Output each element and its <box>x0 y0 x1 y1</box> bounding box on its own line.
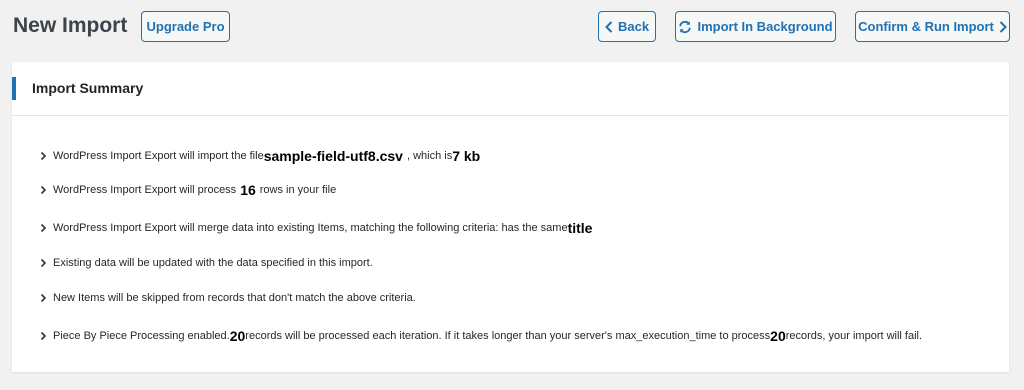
summary-line-skip: New Items will be skipped from records t… <box>39 292 416 304</box>
chevron-right-icon <box>40 331 47 341</box>
summary-line-merge: WordPress Import Export will merge data … <box>39 220 592 236</box>
chevron-right-icon <box>40 151 47 161</box>
import-in-background-label: Import In Background <box>697 19 833 34</box>
header-accent-bar <box>12 77 16 100</box>
back-label: Back <box>617 19 650 34</box>
card-header: Import Summary <box>12 62 1009 116</box>
update-text: Existing data will be updated with the d… <box>53 257 373 269</box>
rows-text-pre: WordPress Import Export will process <box>53 184 237 196</box>
piece-count-2: 20 <box>770 328 786 344</box>
chevron-right-icon <box>40 223 47 233</box>
file-size: 7 kb <box>452 148 481 164</box>
file-text-pre: WordPress Import Export will import the … <box>53 150 264 162</box>
chevron-left-icon <box>605 20 613 33</box>
page-title: New Import <box>13 14 128 37</box>
summary-line-rows: WordPress Import Export will process 16 … <box>39 182 336 198</box>
summary-line-file: WordPress Import Export will import the … <box>39 148 480 164</box>
chevron-right-icon <box>40 293 47 303</box>
merge-text-pre: WordPress Import Export will merge data … <box>53 222 568 234</box>
piece-text-pre: Piece By Piece Processing enabled. <box>53 330 230 342</box>
upgrade-pro-button[interactable]: Upgrade Pro <box>141 11 230 42</box>
merge-field: title <box>567 220 593 236</box>
upgrade-pro-label: Upgrade Pro <box>146 19 225 34</box>
confirm-run-import-button[interactable]: Confirm & Run Import <box>855 11 1010 42</box>
refresh-icon <box>678 20 692 34</box>
file-name: sample-field-utf8.csv <box>263 148 403 164</box>
file-text-mid: , which is <box>406 150 453 162</box>
rows-text-post: rows in your file <box>259 184 337 196</box>
summary-line-update: Existing data will be updated with the d… <box>39 257 373 269</box>
summary-line-piece: Piece By Piece Processing enabled. 20 re… <box>39 328 922 344</box>
import-summary-card: Import Summary WordPress Import Export w… <box>12 62 1009 372</box>
confirm-run-import-label: Confirm & Run Import <box>858 19 994 34</box>
piece-count-1: 20 <box>229 328 246 344</box>
chevron-right-icon <box>999 20 1007 33</box>
rows-count: 16 <box>240 182 256 198</box>
piece-text-post: records, your import will fail. <box>785 330 923 342</box>
piece-text-mid: records will be processed each iteration… <box>245 330 771 342</box>
skip-text: New Items will be skipped from records t… <box>53 292 416 304</box>
chevron-right-icon <box>40 258 47 268</box>
chevron-right-icon <box>40 185 47 195</box>
import-in-background-button[interactable]: Import In Background <box>675 11 836 42</box>
back-button[interactable]: Back <box>598 11 656 42</box>
card-title: Import Summary <box>32 80 144 96</box>
